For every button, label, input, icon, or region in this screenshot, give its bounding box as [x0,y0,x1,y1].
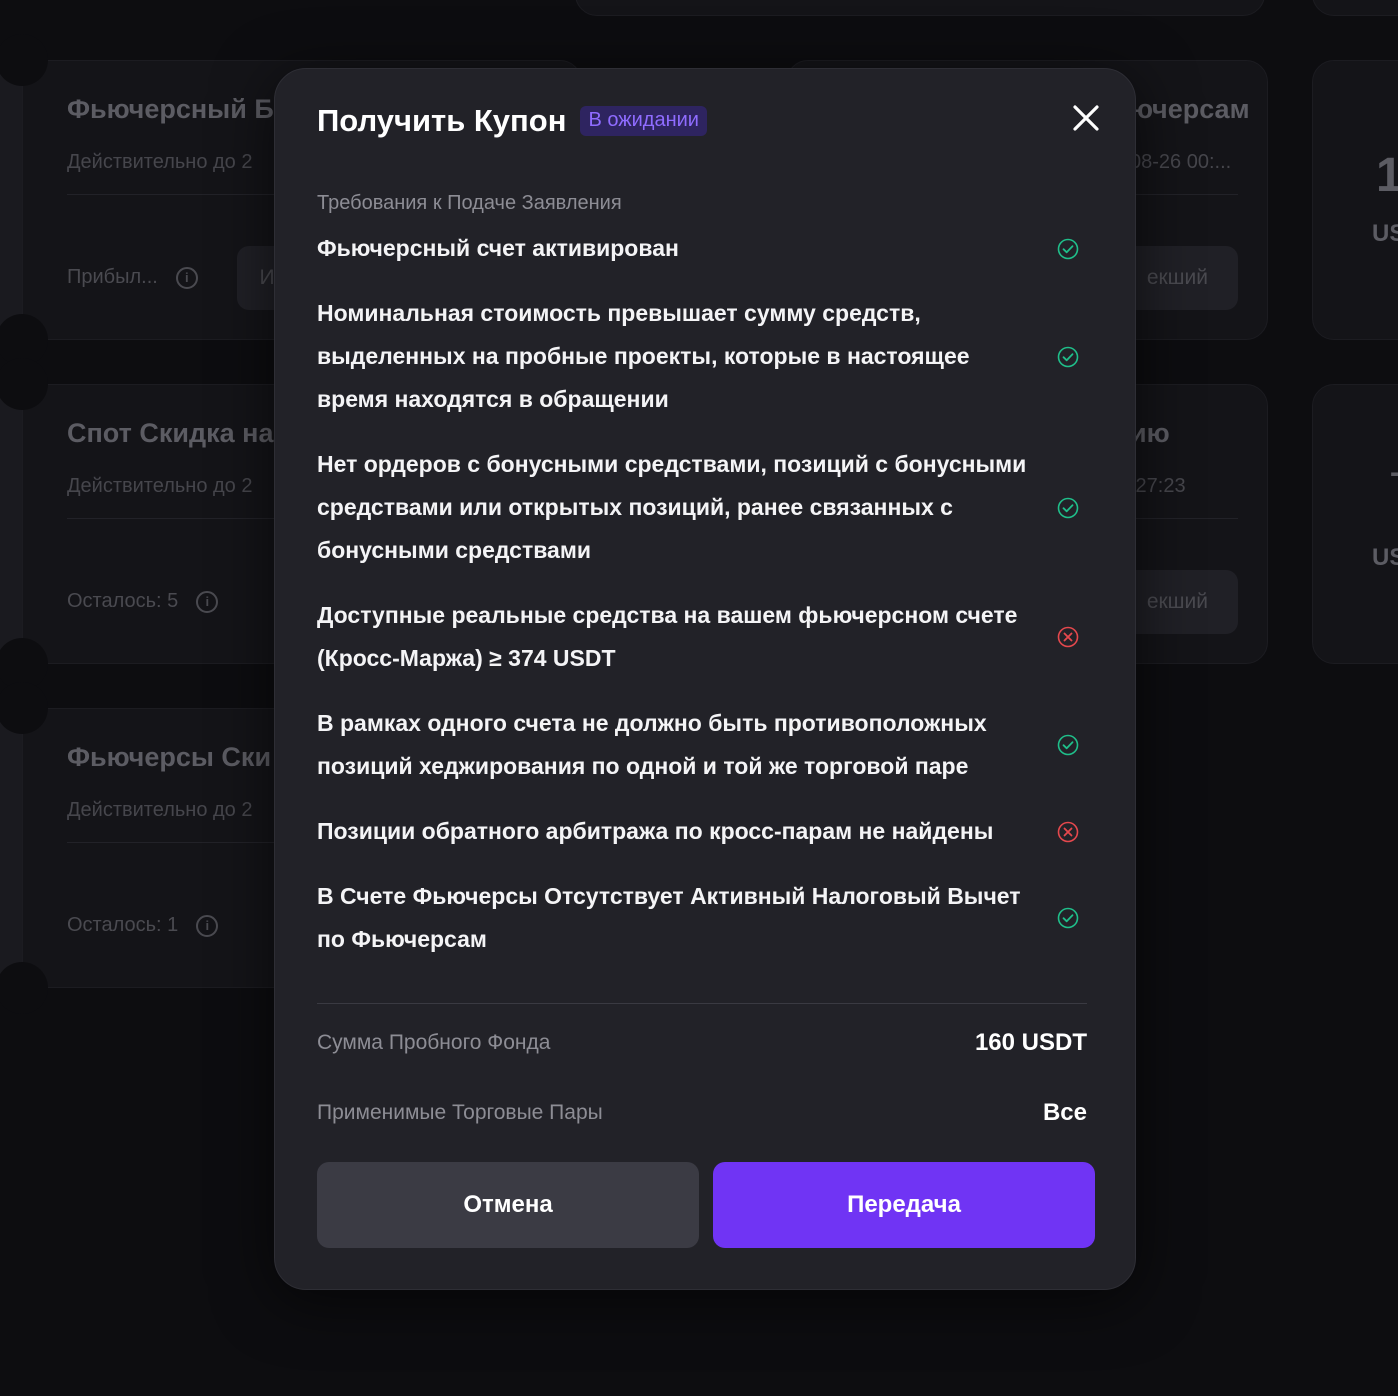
requirement-row: Доступные реальные средства на вашем фью… [317,594,1087,680]
claim-coupon-dialog: Получить Купон В ожидании Требования к П… [274,68,1136,1290]
left-edge-sliver [0,708,24,988]
left-edge-sliver [0,384,24,664]
trial-fund-value: 160 USDT [974,1029,1087,1056]
check-circle-icon [1057,346,1079,367]
background-card-amount: - [1390,456,1398,490]
background-card-meta: Прибыл... i [67,266,198,289]
trading-pairs-row: Применимые Торговые Пары Все [317,1099,1087,1127]
background-card-subtitle: Действительно до 2 [67,151,253,173]
background-card-top [1312,0,1398,16]
background-card-button-label: екший [1146,590,1208,613]
background-card-divider [67,518,287,519]
requirement-row: Номинальная стоимость превышает сумму ср… [317,292,1087,421]
status-badge: В ожидании [580,106,707,136]
requirement-row: Позиции обратного арбитража по кросс-пар… [317,810,1087,853]
requirement-row: Нет ордеров с бонусными средствами, пози… [317,443,1087,572]
background-card-title: ючерсам [1130,94,1250,124]
requirement-text: В рамках одного счета не должно быть про… [317,710,987,779]
background-card-subtitle: Действительно до 2 [67,799,253,821]
requirement-row: В Счете Фьючерсы Отсутствует Активный На… [317,875,1087,961]
background-card-meta-text: Прибыл... [67,266,158,288]
background-card-divider [1130,194,1238,195]
background-card-meta: Осталось: 1 i [67,914,219,937]
summary-divider [317,1003,1087,1004]
trial-fund-label: Сумма Пробного Фонда [317,1031,551,1054]
info-icon: i [175,266,198,289]
requirements-list: Фьючерсный счет активирован Номинальная … [317,227,1087,983]
requirement-row: Фьючерсный счет активирован [317,227,1087,270]
info-icon: i [196,590,219,613]
x-circle-icon [1057,626,1079,648]
trial-fund-row: Сумма Пробного Фонда 160 USDT [317,1029,1087,1057]
background-coupon-card [1312,384,1398,664]
info-icon: i [196,914,219,937]
close-button[interactable] [1071,103,1101,133]
requirements-heading: Требования к Подаче Заявления [317,192,622,214]
background-card-meta-text: Осталось: 1 [67,914,179,936]
check-circle-icon [1057,734,1079,756]
trading-pairs-value: Все [1042,1099,1087,1126]
background-card-button-label: екший [1146,266,1208,289]
close-icon [1073,105,1099,131]
background-card-meta-text: Осталось: 5 [67,590,179,612]
check-circle-icon [1057,497,1079,518]
submit-button[interactable]: Передача [713,1162,1095,1248]
card-notch [0,962,48,1014]
background-card-subtitle: Действительно до 2 [67,475,253,497]
background-card-button-label: И [259,266,275,289]
check-circle-icon [1057,238,1079,259]
background-card-meta: Осталось: 5 i [67,590,219,613]
background-card-title: Спот Скидка на [67,418,274,448]
requirement-text: Номинальная стоимость превышает сумму ср… [317,300,970,412]
background-card-amount: 1 [1376,149,1398,202]
requirement-text: Доступные реальные средства на вашем фью… [317,602,1018,671]
x-circle-icon [1057,821,1079,842]
background-card-divider [1130,518,1238,519]
trading-pairs-label: Применимые Торговые Пары [317,1101,603,1124]
requirement-text: Нет ордеров с бонусными средствами, пози… [317,451,1027,563]
background-card-top [575,0,1265,16]
requirement-text: Позиции обратного арбитража по кросс-пар… [317,818,994,844]
background-card-subtitle: 08-26 00:... [1130,151,1232,173]
cancel-button[interactable]: Отмена [317,1162,699,1248]
requirement-text: В Счете Фьючерсы Отсутствует Активный На… [317,883,1021,952]
check-circle-icon [1057,907,1079,929]
background-card-divider [67,842,287,843]
requirement-row: В рамках одного счета не должно быть про… [317,702,1087,788]
dialog-title: Получить Купон [317,103,567,138]
background-card-divider [67,194,287,195]
dialog-header: Получить Купон В ожидании [317,103,707,139]
background-card-title: Фьючерсный Б [67,94,274,124]
requirement-text: Фьючерсный счет активирован [317,235,679,261]
left-edge-sliver [0,60,24,340]
background-card-subtitle: :27:23 [1130,475,1186,497]
background-card-title: Фьючерсы Ски [67,742,272,772]
background-card-currency: US [1372,220,1398,247]
background-card-currency: US [1372,544,1398,571]
